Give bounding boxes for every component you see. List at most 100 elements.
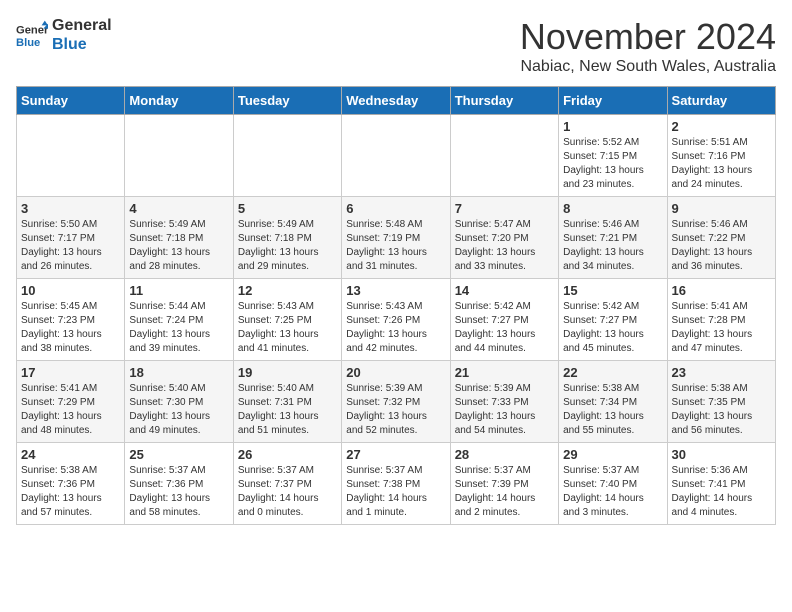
day-info: Sunrise: 5:47 AMSunset: 7:20 PMDaylight:… <box>455 218 554 274</box>
sunrise-text: Sunrise: 5:42 AM <box>455 300 554 314</box>
sunset-text: Sunset: 7:32 PM <box>346 396 445 410</box>
calendar-cell: 8Sunrise: 5:46 AMSunset: 7:21 PMDaylight… <box>559 197 667 279</box>
calendar-cell: 18Sunrise: 5:40 AMSunset: 7:30 PMDayligh… <box>125 361 233 443</box>
calendar-cell: 21Sunrise: 5:39 AMSunset: 7:33 PMDayligh… <box>450 361 558 443</box>
weekday-header-sunday: Sunday <box>17 87 125 115</box>
daylight-text: Daylight: 13 hours <box>129 328 228 342</box>
calendar-cell: 29 Sunrise: 5:37 AMSunset: 7:40 PMDayligh… <box>559 443 667 525</box>
sunrise-text: Sunrise: 5:52 AM <box>563 136 662 150</box>
day-info: Sunrise: 5:37 AMSunset: 7:39 PMDaylight:… <box>455 464 554 520</box>
day-info: Sunrise: 5:44 AMSunset: 7:24 PMDaylight:… <box>129 300 228 356</box>
day-info: Sunrise: 5:40 AMSunset: 7:31 PMDaylight:… <box>238 382 337 438</box>
sunrise-text: Sunrise: 5:50 AM <box>21 218 120 232</box>
calendar-cell: 14Sunrise: 5:42 AMSunset: 7:27 PMDayligh… <box>450 279 558 361</box>
sunset-text: Sunset: 7:40 PM <box>563 478 662 492</box>
calendar-cell: 30Sunrise: 5:36 AMSunset: 7:41 PMDayligh… <box>667 443 775 525</box>
sunrise-text: Sunrise: 5:51 AM <box>672 136 771 150</box>
calendar-cell: 20Sunrise: 5:39 AMSunset: 7:32 PMDayligh… <box>342 361 450 443</box>
daylight-text: Daylight: 14 hours <box>238 492 337 506</box>
daylight-text: and 52 minutes. <box>346 424 445 438</box>
daylight-text: and 58 minutes. <box>129 506 228 520</box>
day-number: 15 <box>563 283 662 298</box>
daylight-text: Daylight: 13 hours <box>346 246 445 260</box>
daylight-text: Daylight: 13 hours <box>455 410 554 424</box>
day-info: Sunrise: 5:37 AMSunset: 7:38 PMDaylight:… <box>346 464 445 520</box>
calendar-week-1: 1Sunrise: 5:52 AMSunset: 7:15 PMDaylight… <box>17 115 776 197</box>
day-info: Sunrise: 5:37 AMSunset: 7:36 PMDaylight:… <box>129 464 228 520</box>
day-number: 7 <box>455 201 554 216</box>
month-title: November 2024 <box>520 16 776 58</box>
daylight-text: and 24 minutes. <box>672 178 771 192</box>
sunrise-text: Sunrise: 5:38 AM <box>672 382 771 396</box>
sunset-text: Sunset: 7:27 PM <box>563 314 662 328</box>
daylight-text: and 49 minutes. <box>129 424 228 438</box>
daylight-text: and 56 minutes. <box>672 424 771 438</box>
daylight-text: Daylight: 13 hours <box>672 328 771 342</box>
calendar-cell: 3Sunrise: 5:50 AMSunset: 7:17 PMDaylight… <box>17 197 125 279</box>
daylight-text: and 39 minutes. <box>129 342 228 356</box>
calendar-cell <box>125 115 233 197</box>
day-number: 3 <box>21 201 120 216</box>
calendar-cell: 19Sunrise: 5:40 AMSunset: 7:31 PMDayligh… <box>233 361 341 443</box>
daylight-text: Daylight: 14 hours <box>563 492 662 506</box>
day-info: Sunrise: 5:38 AMSunset: 7:34 PMDaylight:… <box>563 382 662 438</box>
sunrise-text: Sunrise: 5:45 AM <box>21 300 120 314</box>
calendar-cell: 26Sunrise: 5:37 AMSunset: 7:37 PMDayligh… <box>233 443 341 525</box>
daylight-text: and 28 minutes. <box>129 260 228 274</box>
sunrise-text: Sunrise: 5:43 AM <box>346 300 445 314</box>
sunrise-text: Sunrise: 5:40 AM <box>238 382 337 396</box>
daylight-text: and 41 minutes. <box>238 342 337 356</box>
sunrise-text: Sunrise: 5:37 AM <box>563 464 662 478</box>
sunset-text: Sunset: 7:20 PM <box>455 232 554 246</box>
calendar-cell <box>342 115 450 197</box>
weekday-header-row: SundayMondayTuesdayWednesdayThursdayFrid… <box>17 87 776 115</box>
day-number: 5 <box>238 201 337 216</box>
sunrise-text: Sunrise: 5:39 AM <box>346 382 445 396</box>
sunrise-text: Sunrise: 5:39 AM <box>455 382 554 396</box>
calendar-cell <box>233 115 341 197</box>
daylight-text: and 42 minutes. <box>346 342 445 356</box>
sunset-text: Sunset: 7:22 PM <box>672 232 771 246</box>
sunrise-text: Sunrise: 5:40 AM <box>129 382 228 396</box>
day-number: 6 <box>346 201 445 216</box>
daylight-text: Daylight: 13 hours <box>21 246 120 260</box>
calendar-cell: 2Sunrise: 5:51 AMSunset: 7:16 PMDaylight… <box>667 115 775 197</box>
calendar-cell: 12 Sunrise: 5:43 AMSunset: 7:25 PMDayligh… <box>233 279 341 361</box>
calendar-cell <box>17 115 125 197</box>
daylight-text: Daylight: 14 hours <box>455 492 554 506</box>
sunset-text: Sunset: 7:31 PM <box>238 396 337 410</box>
sunrise-text: Sunrise: 5:41 AM <box>672 300 771 314</box>
daylight-text: Daylight: 14 hours <box>672 492 771 506</box>
day-number: 25 <box>129 447 228 462</box>
day-number: 12 <box>238 283 337 298</box>
daylight-text: Daylight: 13 hours <box>346 410 445 424</box>
calendar-cell: 13Sunrise: 5:43 AMSunset: 7:26 PMDayligh… <box>342 279 450 361</box>
sunset-text: Sunset: 7:26 PM <box>346 314 445 328</box>
sunset-text: Sunset: 7:15 PM <box>563 150 662 164</box>
daylight-text: and 3 minutes. <box>563 506 662 520</box>
day-info: Sunrise: 5:43 AMSunset: 7:25 PMDaylight:… <box>238 300 337 356</box>
daylight-text: and 1 minute. <box>346 506 445 520</box>
calendar-header: SundayMondayTuesdayWednesdayThursdayFrid… <box>17 87 776 115</box>
daylight-text: Daylight: 13 hours <box>563 410 662 424</box>
sunset-text: Sunset: 7:27 PM <box>455 314 554 328</box>
sunset-text: Sunset: 7:35 PM <box>672 396 771 410</box>
daylight-text: Daylight: 13 hours <box>129 492 228 506</box>
sunset-text: Sunset: 7:18 PM <box>238 232 337 246</box>
day-info: Sunrise: 5:42 AMSunset: 7:27 PMDaylight:… <box>455 300 554 356</box>
calendar-cell: 1Sunrise: 5:52 AMSunset: 7:15 PMDaylight… <box>559 115 667 197</box>
daylight-text: Daylight: 13 hours <box>455 246 554 260</box>
daylight-text: and 45 minutes. <box>563 342 662 356</box>
calendar-cell: 9Sunrise: 5:46 AMSunset: 7:22 PMDaylight… <box>667 197 775 279</box>
day-number: 18 <box>129 365 228 380</box>
daylight-text: and 23 minutes. <box>563 178 662 192</box>
sunrise-text: Sunrise: 5:36 AM <box>672 464 771 478</box>
sunrise-text: Sunrise: 5:47 AM <box>455 218 554 232</box>
day-number: 29 <box>563 447 662 462</box>
calendar-week-4: 17Sunrise: 5:41 AMSunset: 7:29 PMDayligh… <box>17 361 776 443</box>
day-number: 30 <box>672 447 771 462</box>
calendar-cell: 22Sunrise: 5:38 AMSunset: 7:34 PMDayligh… <box>559 361 667 443</box>
daylight-text: Daylight: 13 hours <box>346 328 445 342</box>
day-number: 24 <box>21 447 120 462</box>
day-info: Sunrise: 5:49 AMSunset: 7:18 PMDaylight:… <box>238 218 337 274</box>
